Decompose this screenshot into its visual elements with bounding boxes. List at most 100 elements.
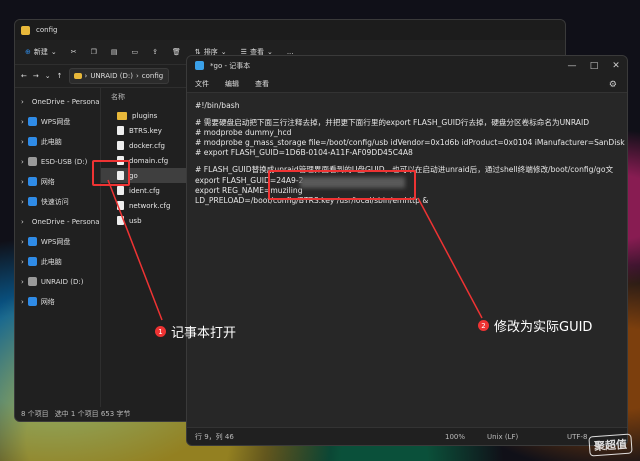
up-arrow-icon[interactable]: ↑ [57, 72, 63, 80]
drive-icon [27, 277, 37, 286]
paste-button[interactable]: ▤ [107, 46, 122, 58]
file-icon [117, 186, 124, 195]
nav-item[interactable]: › ESD-USB (D:) [15, 154, 100, 169]
nav-item[interactable]: › 网络 [15, 174, 100, 189]
chevron-right-icon[interactable]: › [21, 98, 24, 106]
text-line: # modprobe g_mass_storage file=/boot/con… [195, 138, 627, 148]
nav-item-label: ESD-USB (D:) [40, 157, 88, 166]
chevron-right-icon[interactable]: › [21, 138, 24, 146]
forward-arrow-icon[interactable]: → [33, 72, 39, 80]
chevron-down-icon: ⌄ [50, 48, 57, 56]
menu-edit[interactable]: 编辑 [225, 79, 239, 89]
highlight-box-go-file [92, 160, 130, 186]
nav-item[interactable]: › 网络 [15, 294, 100, 309]
item-count: 8 个项目 [21, 410, 49, 418]
chevron-right-icon[interactable]: › [21, 158, 24, 166]
text-line: # 需要硬盘启动把下面三行注释去掉，并把更下面行里的export FLASH_G… [195, 118, 590, 128]
paste-icon: ▤ [110, 48, 118, 56]
folder-icon [21, 25, 30, 35]
trash-icon: 🗑 [172, 48, 181, 56]
nav-item[interactable]: › 此电脑 [15, 134, 100, 149]
encoding: UTF-8 [567, 432, 588, 441]
nav-item[interactable]: › 快速访问 [15, 194, 100, 209]
new-label: 新建 [33, 48, 48, 56]
gear-icon[interactable]: ⚙ [609, 80, 617, 90]
chevron-right-icon[interactable]: › [21, 238, 24, 246]
network-icon [27, 177, 37, 186]
scissors-icon: ✂ [70, 48, 77, 56]
notepad-icon [195, 61, 204, 70]
navigation-pane: › OneDrive - Personal › WPS网盘 › 此电脑 › ESD-USB (… [15, 88, 101, 407]
menu-view[interactable]: 查看 [255, 79, 269, 89]
notepad-window[interactable]: *go - 记事本 — □ ✕ 文件 编辑 查看 ⚙ #!/bin/bash # … [186, 55, 628, 446]
breadcrumb-folder[interactable]: config [142, 72, 163, 80]
file-name: plugins [132, 111, 158, 120]
file-icon [117, 126, 124, 135]
nav-item[interactable]: › WPS网盘 [15, 234, 100, 249]
menu-file[interactable]: 文件 [195, 79, 209, 89]
folder-icon [73, 73, 82, 79]
nav-item[interactable]: › OneDrive - Personal [15, 94, 100, 109]
chevron-down-icon[interactable]: ⌄ [45, 72, 51, 80]
notepad-title: *go - 记事本 [210, 61, 251, 70]
explorer-titlebar[interactable]: config [15, 20, 565, 40]
cut-button[interactable]: ✂ [67, 46, 81, 58]
address-bar[interactable]: › UNRAID (D:) › config [68, 68, 169, 84]
plus-icon: ⊕ [25, 48, 31, 56]
annotation-2: 2 修改为实际GUID [478, 316, 592, 335]
drive-icon [27, 157, 37, 166]
breadcrumb-separator: › [84, 72, 88, 80]
nav-item[interactable]: › OneDrive - Personal [15, 214, 100, 229]
folder-icon [117, 111, 127, 120]
chevron-right-icon[interactable]: › [21, 218, 24, 226]
zoom-level[interactable]: 100% [445, 433, 465, 441]
file-name: domain.cfg [129, 156, 169, 165]
copy-button[interactable]: ❐ [87, 46, 101, 58]
nav-item[interactable]: › WPS网盘 [15, 114, 100, 129]
share-icon: ⇪ [152, 48, 159, 56]
star-icon [27, 197, 37, 206]
text-editor[interactable]: #!/bin/bash # 需要硬盘启动把下面三行注释去掉，并把更下面行里的exp… [187, 93, 627, 428]
file-name: ident.cfg [129, 186, 160, 195]
file-name: usb [129, 216, 142, 225]
copy-icon: ❐ [90, 48, 97, 56]
nav-item-label: 网络 [40, 177, 55, 186]
window-controls: — □ ✕ [561, 56, 627, 75]
text-line: #!/bin/bash [195, 101, 240, 110]
minimize-icon[interactable]: — [561, 56, 583, 75]
chevron-right-icon[interactable]: › [21, 178, 24, 186]
nav-item[interactable]: › 此电脑 [15, 254, 100, 269]
chevron-right-icon[interactable]: › [21, 258, 24, 266]
file-icon [117, 141, 124, 150]
computer-icon [27, 137, 37, 146]
chevron-right-icon[interactable]: › [21, 278, 24, 286]
nav-item-label: OneDrive - Personal [31, 97, 100, 106]
computer-icon [27, 257, 37, 266]
rename-button[interactable]: ▭ [128, 46, 143, 58]
chevron-right-icon[interactable]: › [21, 118, 24, 126]
notepad-statusbar: 行 9，列 46 100% Unix (LF) UTF-8 [187, 427, 627, 445]
nav-item-label: 快速访问 [40, 197, 69, 206]
share-button[interactable]: ⇪ [148, 46, 162, 58]
maximize-icon[interactable]: □ [583, 56, 605, 75]
breadcrumb-drive[interactable]: UNRAID (D:) [90, 72, 133, 80]
nav-item[interactable]: › UNRAID (D:) [15, 274, 100, 289]
nav-item-label: 此电脑 [40, 257, 62, 266]
annotation-text: 修改为实际GUID [494, 320, 593, 335]
cloud-icon [27, 237, 37, 246]
chevron-right-icon[interactable]: › [21, 198, 24, 206]
new-button[interactable]: ⊕ 新建 ⌄ [21, 45, 61, 59]
explorer-title: config [36, 26, 58, 34]
close-icon[interactable]: ✕ [605, 56, 627, 75]
nav-item-label: WPS网盘 [40, 117, 71, 126]
cursor-position: 行 9，列 46 [195, 432, 234, 441]
nav-item-label: 网络 [40, 297, 55, 306]
file-icon [117, 216, 124, 225]
nav-item-label: 此电脑 [40, 137, 62, 146]
nav-item-label: WPS网盘 [40, 237, 71, 246]
back-arrow-icon[interactable]: ← [21, 72, 27, 80]
chevron-right-icon[interactable]: › [21, 298, 24, 306]
file-name: network.cfg [129, 201, 171, 210]
breadcrumb-separator: › [135, 72, 139, 80]
delete-button[interactable]: 🗑 [168, 46, 185, 58]
